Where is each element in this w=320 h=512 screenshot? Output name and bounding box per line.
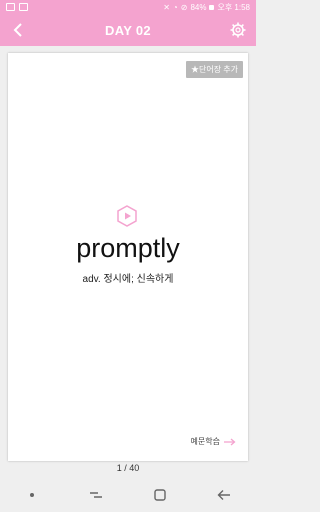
recent-apps-button[interactable] xyxy=(84,483,108,507)
home-icon xyxy=(154,489,166,501)
mute-icon: ✕ xyxy=(163,2,170,12)
gear-icon xyxy=(230,22,246,38)
no-signal-icon: ⊘ xyxy=(180,2,188,12)
wifi-icon: ◔ xyxy=(172,2,178,12)
word-text: promptly xyxy=(76,233,180,263)
status-left xyxy=(6,3,28,11)
example-study-link[interactable]: 예문학습 xyxy=(191,436,236,447)
example-study-label: 예문학습 xyxy=(190,437,220,446)
add-to-wordbook-button[interactable]: ★단어장 추가 xyxy=(185,61,243,78)
page-title: DAY 02 xyxy=(105,22,151,38)
battery-icon xyxy=(209,4,215,10)
arrow-right-icon xyxy=(224,438,236,445)
play-audio-button[interactable] xyxy=(116,205,138,227)
square-icon xyxy=(19,3,28,11)
system-nav-bar xyxy=(0,478,256,512)
image-icon xyxy=(6,3,15,11)
recent-apps-icon xyxy=(90,492,102,498)
dot-button[interactable] xyxy=(20,483,44,507)
page-counter: 1 / 40 xyxy=(116,463,140,473)
status-right: ✕ ◔ ⊘ 84% 오후 1:58 xyxy=(163,2,250,13)
settings-button[interactable] xyxy=(226,18,250,42)
status-bar: ✕ ◔ ⊘ 84% 오후 1:58 xyxy=(0,0,256,14)
home-button[interactable] xyxy=(148,483,172,507)
dot-icon xyxy=(30,493,34,497)
system-back-button[interactable] xyxy=(212,483,236,507)
word-card[interactable]: ★단어장 추가 promptly adv. 정시에; 신속하게 예문학습 xyxy=(8,53,248,461)
chevron-left-icon xyxy=(13,23,22,37)
back-icon xyxy=(217,490,230,500)
battery-text: 84% xyxy=(190,2,207,12)
time-text: 오후 1:58 xyxy=(217,2,250,12)
app-bar: DAY 02 xyxy=(0,14,256,46)
back-button[interactable] xyxy=(6,18,30,42)
play-icon xyxy=(117,205,137,227)
word-meaning: adv. 정시에; 신속하게 xyxy=(82,274,174,285)
